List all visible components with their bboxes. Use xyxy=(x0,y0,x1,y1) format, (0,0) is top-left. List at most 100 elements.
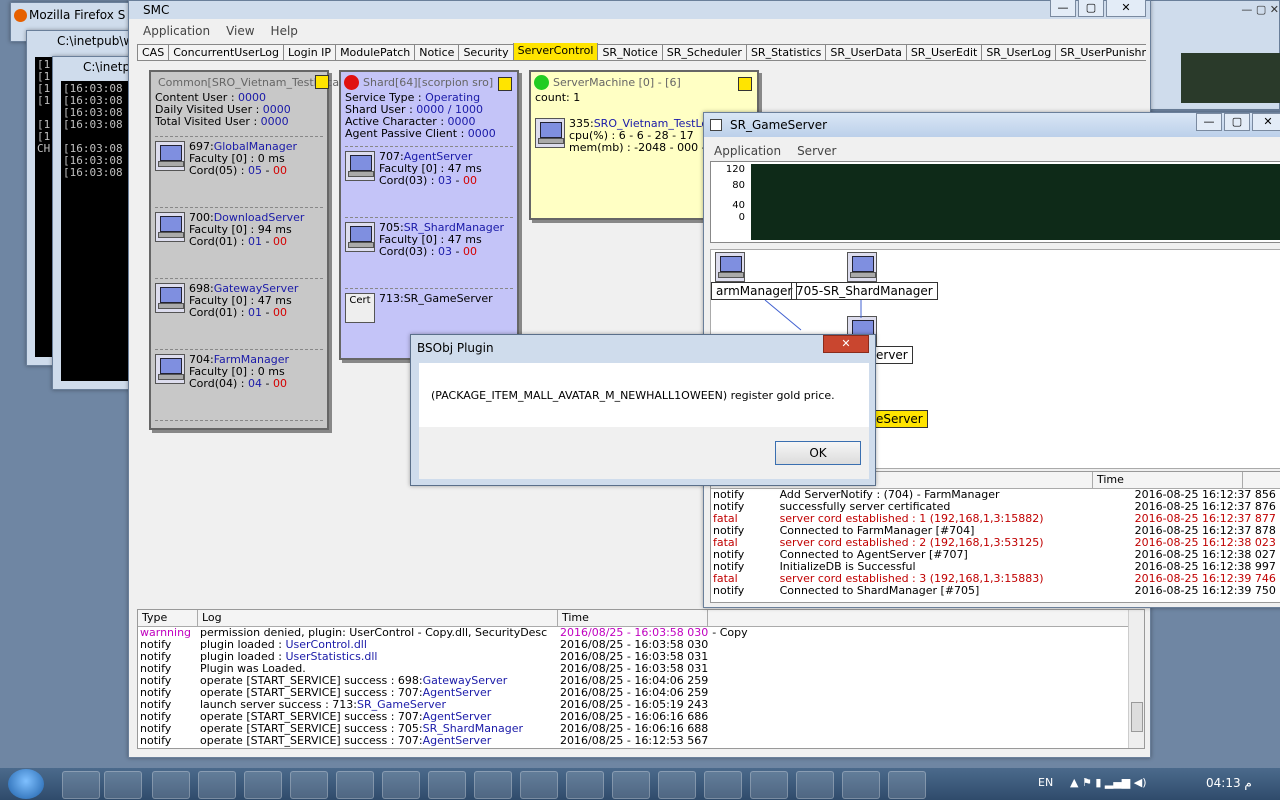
log-col-time[interactable]: Time xyxy=(558,610,708,626)
taskbar-app-icon[interactable] xyxy=(152,771,190,799)
gs-menu-server[interactable]: Server xyxy=(797,144,836,158)
tab-concurrentuserlog[interactable]: ConcurrentUserLog xyxy=(168,44,284,60)
taskbar-app-icon[interactable] xyxy=(612,771,650,799)
log-extra xyxy=(710,711,1144,723)
bsobj-dialog[interactable]: BSObj Plugin ✕ (PACKAGE_ITEM_MALL_AVATAR… xyxy=(410,334,876,486)
server-item[interactable]: 704:FarmManager Faculty [0] : 0 ms Cord(04… xyxy=(151,350,327,420)
close-button[interactable]: ✕ xyxy=(1106,0,1146,17)
taskbar-app-icon[interactable] xyxy=(796,771,834,799)
server-cord-label: Cord(05) : xyxy=(189,164,249,177)
language-indicator[interactable]: EN xyxy=(1038,776,1053,789)
taskbar-app-icon[interactable] xyxy=(750,771,788,799)
taskbar-app-icon[interactable] xyxy=(336,771,374,799)
computer-icon xyxy=(535,118,565,148)
log-extra xyxy=(710,723,1144,735)
smc-tab-strip: CAS ConcurrentUserLog Login IP ModulePatch N… xyxy=(137,43,1146,61)
common-flag-icon[interactable] xyxy=(315,75,329,89)
taskbar: EN ▲ ⚑ ▮ ▂▄▆ ◀) 04:13 م xyxy=(0,768,1280,800)
gs-log-col-time[interactable]: Time xyxy=(1093,472,1243,488)
menu-application[interactable]: Application xyxy=(143,24,210,38)
tab-login-ip[interactable]: Login IP xyxy=(283,44,337,60)
log-col-type[interactable]: Type xyxy=(138,610,198,626)
server-item-text: 700:DownloadServer Faculty [0] : 94 ms Cor… xyxy=(189,212,304,248)
taskbar-app-icon[interactable] xyxy=(428,771,466,799)
log-time: 2016/08/25 - 16:12:53 567 xyxy=(560,734,709,747)
server-item[interactable]: 700:DownloadServer Faculty [0] : 94 ms Cor… xyxy=(151,208,327,278)
tab-cas[interactable]: CAS xyxy=(137,44,170,60)
taskbar-app-icon[interactable] xyxy=(104,771,142,799)
shard-flag-icon[interactable] xyxy=(498,77,512,91)
taskbar-app-icon[interactable] xyxy=(888,771,926,799)
taskbar-app-icon[interactable] xyxy=(244,771,282,799)
dialog-close-button[interactable]: ✕ xyxy=(823,335,869,353)
server-item[interactable]: 697:GlobalManager Faculty [0] : 0 ms Cord(… xyxy=(151,137,327,207)
ok-button[interactable]: OK xyxy=(775,441,861,465)
server-cord-dash: - xyxy=(262,164,273,177)
server-cord-dash: - xyxy=(452,245,463,258)
clock[interactable]: 04:13 م xyxy=(1206,776,1252,790)
common-items: 697:GlobalManager Faculty [0] : 0 ms Cord(… xyxy=(151,136,327,421)
taskbar-app-icon[interactable] xyxy=(520,771,558,799)
scroll-thumb[interactable] xyxy=(1131,702,1143,732)
taskbar-app-icon[interactable] xyxy=(566,771,604,799)
log-link: AgentServer xyxy=(422,734,492,747)
server-cord-b: 00 xyxy=(272,377,287,390)
shard-items: 707:AgentServer Faculty [0] : 47 ms Cord(0… xyxy=(341,146,517,289)
firefox-icon xyxy=(14,9,27,22)
tab-sr-userlog[interactable]: SR_UserLog xyxy=(981,44,1057,60)
graph-y-tick: 80 xyxy=(732,180,745,191)
close-button[interactable]: ✕ xyxy=(1252,113,1280,131)
maximize-button[interactable]: ▢ xyxy=(1224,113,1250,131)
tab-sr-useredit[interactable]: SR_UserEdit xyxy=(905,44,983,60)
stat-label: Agent Passive Client : xyxy=(345,127,468,140)
common-panel[interactable]: Common[SRO_Vietnam_TestLocal] Content Us… xyxy=(149,70,346,430)
tab-sr-userdata[interactable]: SR_UserData xyxy=(825,44,907,60)
taskbar-app-icon[interactable] xyxy=(658,771,696,799)
right-top-window[interactable]: — ▢ ✕ xyxy=(1150,0,1280,110)
log-extra xyxy=(710,663,1144,675)
gs-menu-application[interactable]: Application xyxy=(714,144,781,158)
tab-sr-userpunishment[interactable]: SR_UserPunishment xyxy=(1055,44,1146,60)
maximize-button[interactable]: ▢ xyxy=(1078,0,1104,17)
menu-view[interactable]: View xyxy=(226,24,254,38)
tab-servercontrol[interactable]: ServerControl xyxy=(512,43,599,60)
server-item[interactable]: 698:GatewayServer Faculty [0] : 47 ms Cord… xyxy=(151,279,327,349)
stat-row: Agent Passive Client : 0000 xyxy=(341,128,517,140)
tab-sr-scheduler[interactable]: SR_Scheduler xyxy=(661,44,747,60)
log-scrollbar[interactable] xyxy=(1128,610,1144,748)
machine-flag-icon[interactable] xyxy=(738,77,752,91)
cert-item[interactable]: Cert 713:SR_GameServer xyxy=(341,289,517,339)
taskbar-app-icon[interactable] xyxy=(62,771,100,799)
tray-icons[interactable]: ▲ ⚑ ▮ ▂▄▆ ◀) xyxy=(1070,776,1147,789)
minimize-button[interactable]: — xyxy=(1050,0,1076,17)
taskbar-app-icon[interactable] xyxy=(842,771,880,799)
taskbar-app-icon[interactable] xyxy=(290,771,328,799)
dialog-title: BSObj Plugin xyxy=(417,341,494,355)
minimize-button[interactable]: — xyxy=(1196,113,1222,131)
shard-panel[interactable]: Shard[64][scorpion sro] Service Type : O… xyxy=(339,70,519,360)
machine-title: ServerMachine [0] - [6] xyxy=(553,75,681,89)
smc-titlebar: SMC xyxy=(129,1,1150,19)
cert-icon-label: Cert xyxy=(349,295,371,306)
tab-notice[interactable]: Notice xyxy=(414,44,460,60)
tab-sr-statistics[interactable]: SR_Statistics xyxy=(745,44,827,60)
taskbar-app-icon[interactable] xyxy=(382,771,420,799)
server-cord-dash: - xyxy=(452,174,463,187)
gs-log-time: 2016-08-25 16:12:39 750 xyxy=(1134,584,1276,597)
start-button[interactable] xyxy=(8,769,44,799)
menu-help[interactable]: Help xyxy=(271,24,298,38)
taskbar-app-icon[interactable] xyxy=(198,771,236,799)
server-item[interactable]: 705:SR_ShardManager Faculty [0] : 47 ms Co… xyxy=(341,218,517,288)
shard-title: Shard[64][scorpion sro] xyxy=(363,75,494,89)
server-item[interactable]: 707:AgentServer Faculty [0] : 47 ms Cord(0… xyxy=(341,147,517,217)
log-col-log[interactable]: Log xyxy=(198,610,558,626)
log-row: notify operate [START_SERVICE] success : … xyxy=(138,735,1144,747)
tab-modulepatch[interactable]: ModulePatch xyxy=(335,44,416,60)
server-cord-a: 03 xyxy=(438,245,453,258)
taskbar-app-icon[interactable] xyxy=(704,771,742,799)
stat-row: Total Visited User : 0000 xyxy=(151,116,327,128)
taskbar-app-icon[interactable] xyxy=(474,771,512,799)
tab-security[interactable]: Security xyxy=(458,44,514,60)
log-extra xyxy=(710,651,1144,663)
tab-sr-notice[interactable]: SR_Notice xyxy=(597,44,663,60)
